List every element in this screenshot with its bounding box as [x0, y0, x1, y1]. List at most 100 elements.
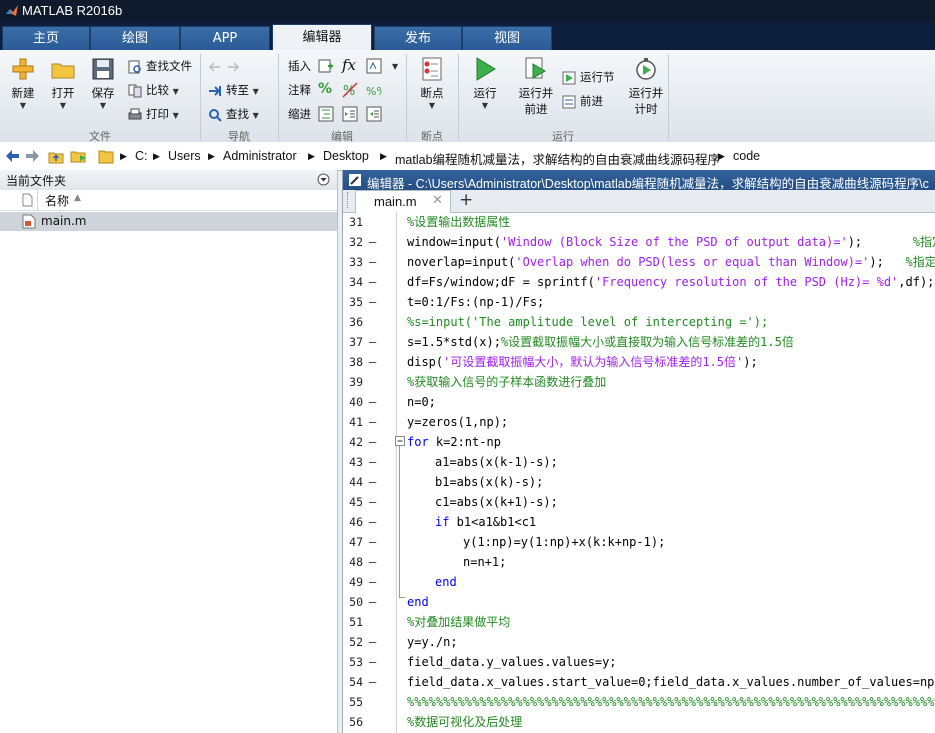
run-and-time-button[interactable]: 运行并 计时	[624, 56, 668, 117]
path-segment[interactable]: Administrator	[223, 149, 297, 163]
column-header[interactable]: 名称 ▲	[0, 190, 337, 211]
name-column-header[interactable]: 名称	[45, 192, 69, 209]
open-button[interactable]: 打开 ▼	[46, 56, 80, 110]
code-line[interactable]: 43– a1=abs(x(k-1)-s);	[343, 452, 935, 472]
tab-home[interactable]: 主页	[2, 26, 90, 51]
code-line[interactable]: 52– y=y./n;	[343, 632, 935, 652]
insert-function-button[interactable]: fx	[342, 56, 356, 74]
print-button[interactable]: 打印 ▼	[128, 105, 179, 123]
breakpoint-marker[interactable]: –	[369, 412, 376, 432]
line-number[interactable]: 37	[343, 332, 363, 352]
fold-collapse-icon[interactable]	[395, 436, 405, 446]
tab-editor[interactable]: 编辑器	[272, 24, 372, 51]
back-forward-buttons[interactable]	[208, 57, 244, 75]
code-line[interactable]: 49– end	[343, 572, 935, 592]
run-section-button[interactable]: 运行节	[562, 68, 615, 86]
breakpoint-marker[interactable]: –	[369, 632, 376, 652]
code-line[interactable]: 32– window=input('Window (Block Size of t…	[343, 232, 935, 252]
line-number[interactable]: 46	[343, 512, 363, 532]
insert-code-icon[interactable]	[366, 58, 382, 74]
code-line[interactable]: 34– df=Fs/window;dF = sprintf('Frequency …	[343, 272, 935, 292]
advance-button[interactable]: 前进	[562, 92, 603, 110]
code-line[interactable]: 54– field_data.x_values.start_value=0;fie…	[343, 672, 935, 692]
new-tab-plus-icon[interactable]: +	[459, 190, 473, 210]
path-segment[interactable]: code	[733, 149, 760, 163]
code-line[interactable]: 55%%%%%%%%%%%%%%%%%%%%%%%%%%%%%%%%%%%%%%…	[343, 692, 935, 712]
close-icon[interactable]: ✕	[432, 193, 443, 208]
breakpoint-marker[interactable]: –	[369, 592, 376, 612]
code-line[interactable]: 31 %设置输出数据属性	[343, 212, 935, 232]
code-line[interactable]: 44– b1=abs(x(k)-s);	[343, 472, 935, 492]
decrease-indent-icon[interactable]	[366, 106, 382, 122]
path-segment[interactable]: matlab编程随机减量法，求解结构的自由衰减曲线源码程序	[395, 149, 720, 168]
indent-button[interactable]: 缩进	[288, 105, 311, 123]
code-line[interactable]: 45– c1=abs(x(k+1)-s);	[343, 492, 935, 512]
line-number[interactable]: 54	[343, 672, 363, 692]
line-number[interactable]: 44	[343, 472, 363, 492]
breakpoint-marker[interactable]: –	[369, 272, 376, 292]
increase-indent-icon[interactable]	[342, 106, 358, 122]
code-line[interactable]: 56 %数据可视化及后处理	[343, 712, 935, 732]
code-line[interactable]: 40– n=0;	[343, 392, 935, 412]
breakpoint-marker[interactable]: –	[369, 452, 376, 472]
breakpoint-marker[interactable]: –	[369, 232, 376, 252]
address-bar[interactable]: ▶ C: ▶ Users ▶ Administrator ▶ Desktop ▶…	[0, 142, 935, 171]
tab-apps[interactable]: APP	[180, 26, 270, 51]
uncomment-icon[interactable]: %	[342, 82, 358, 98]
breakpoint-marker[interactable]: –	[369, 672, 376, 692]
line-number[interactable]: 39	[343, 372, 363, 392]
line-number[interactable]: 51	[343, 612, 363, 632]
breakpoint-marker[interactable]: –	[369, 532, 376, 552]
save-button[interactable]: 保存 ▼	[86, 56, 120, 110]
insert-button[interactable]: 插入	[288, 57, 311, 75]
new-button[interactable]: 新建 ▼	[6, 56, 40, 110]
line-number[interactable]: 32	[343, 232, 363, 252]
panel-menu-icon[interactable]	[317, 173, 330, 186]
breakpoint-marker[interactable]: –	[369, 252, 376, 272]
code-line[interactable]: 42– for k=2:nt-np	[343, 432, 935, 452]
breakpoint-marker[interactable]: –	[369, 392, 376, 412]
code-line[interactable]: 36 %s=input('The amplitude level of inter…	[343, 312, 935, 332]
breakpoint-marker[interactable]: –	[369, 512, 376, 532]
goto-button[interactable]: 转至 ▼	[208, 81, 259, 99]
line-number[interactable]: 38	[343, 352, 363, 372]
line-number[interactable]: 47	[343, 532, 363, 552]
line-number[interactable]: 34	[343, 272, 363, 292]
code-line[interactable]: 38– disp('可设置截取振幅大小，默认为输入信号标准差的1.5倍');	[343, 352, 935, 372]
percent-comment-icon[interactable]: %	[318, 81, 332, 97]
smart-indent-icon[interactable]	[318, 106, 334, 122]
browse-folder-icon[interactable]	[70, 148, 88, 164]
path-segment[interactable]: Users	[168, 149, 201, 163]
breakpoint-marker[interactable]: –	[369, 652, 376, 672]
chevron-down-icon[interactable]: ▼	[392, 62, 398, 71]
line-number[interactable]: 43	[343, 452, 363, 472]
line-number[interactable]: 35	[343, 292, 363, 312]
comment-button[interactable]: 注释	[288, 81, 311, 99]
drag-handle[interactable]	[347, 192, 350, 208]
back-arrow-icon[interactable]	[4, 149, 20, 163]
editor-tab-main[interactable]: main.m ✕	[355, 190, 451, 213]
line-number[interactable]: 53	[343, 652, 363, 672]
file-row[interactable]: main.m	[0, 212, 337, 231]
code-line[interactable]: 41– y=zeros(1,np);	[343, 412, 935, 432]
compare-button[interactable]: 比较 ▼	[128, 81, 179, 99]
code-line[interactable]: 50– end	[343, 592, 935, 612]
code-area[interactable]: 31 %设置输出数据属性 32– window=input('Window (Bloc…	[343, 212, 935, 733]
line-number[interactable]: 56	[343, 712, 363, 732]
line-number[interactable]: 48	[343, 552, 363, 572]
code-line[interactable]: 53– field_data.y_values.values=y;	[343, 652, 935, 672]
run-and-advance-button[interactable]: 运行并 前进	[514, 56, 558, 117]
code-line[interactable]: 48– n=n+1;	[343, 552, 935, 572]
line-number[interactable]: 33	[343, 252, 363, 272]
line-number[interactable]: 52	[343, 632, 363, 652]
code-line[interactable]: 47– y(1:np)=y(1:np)+x(k:k+np-1);	[343, 532, 935, 552]
line-number[interactable]: 45	[343, 492, 363, 512]
code-line[interactable]: 33– noverlap=input('Overlap when do PSD(l…	[343, 252, 935, 272]
breakpoint-marker[interactable]: –	[369, 492, 376, 512]
breakpoint-marker[interactable]: –	[369, 552, 376, 572]
line-number[interactable]: 31	[343, 212, 363, 232]
line-number[interactable]: 40	[343, 392, 363, 412]
tab-publish[interactable]: 发布	[374, 26, 462, 51]
tab-plots[interactable]: 绘图	[90, 26, 180, 51]
breakpoint-marker[interactable]: –	[369, 432, 376, 452]
